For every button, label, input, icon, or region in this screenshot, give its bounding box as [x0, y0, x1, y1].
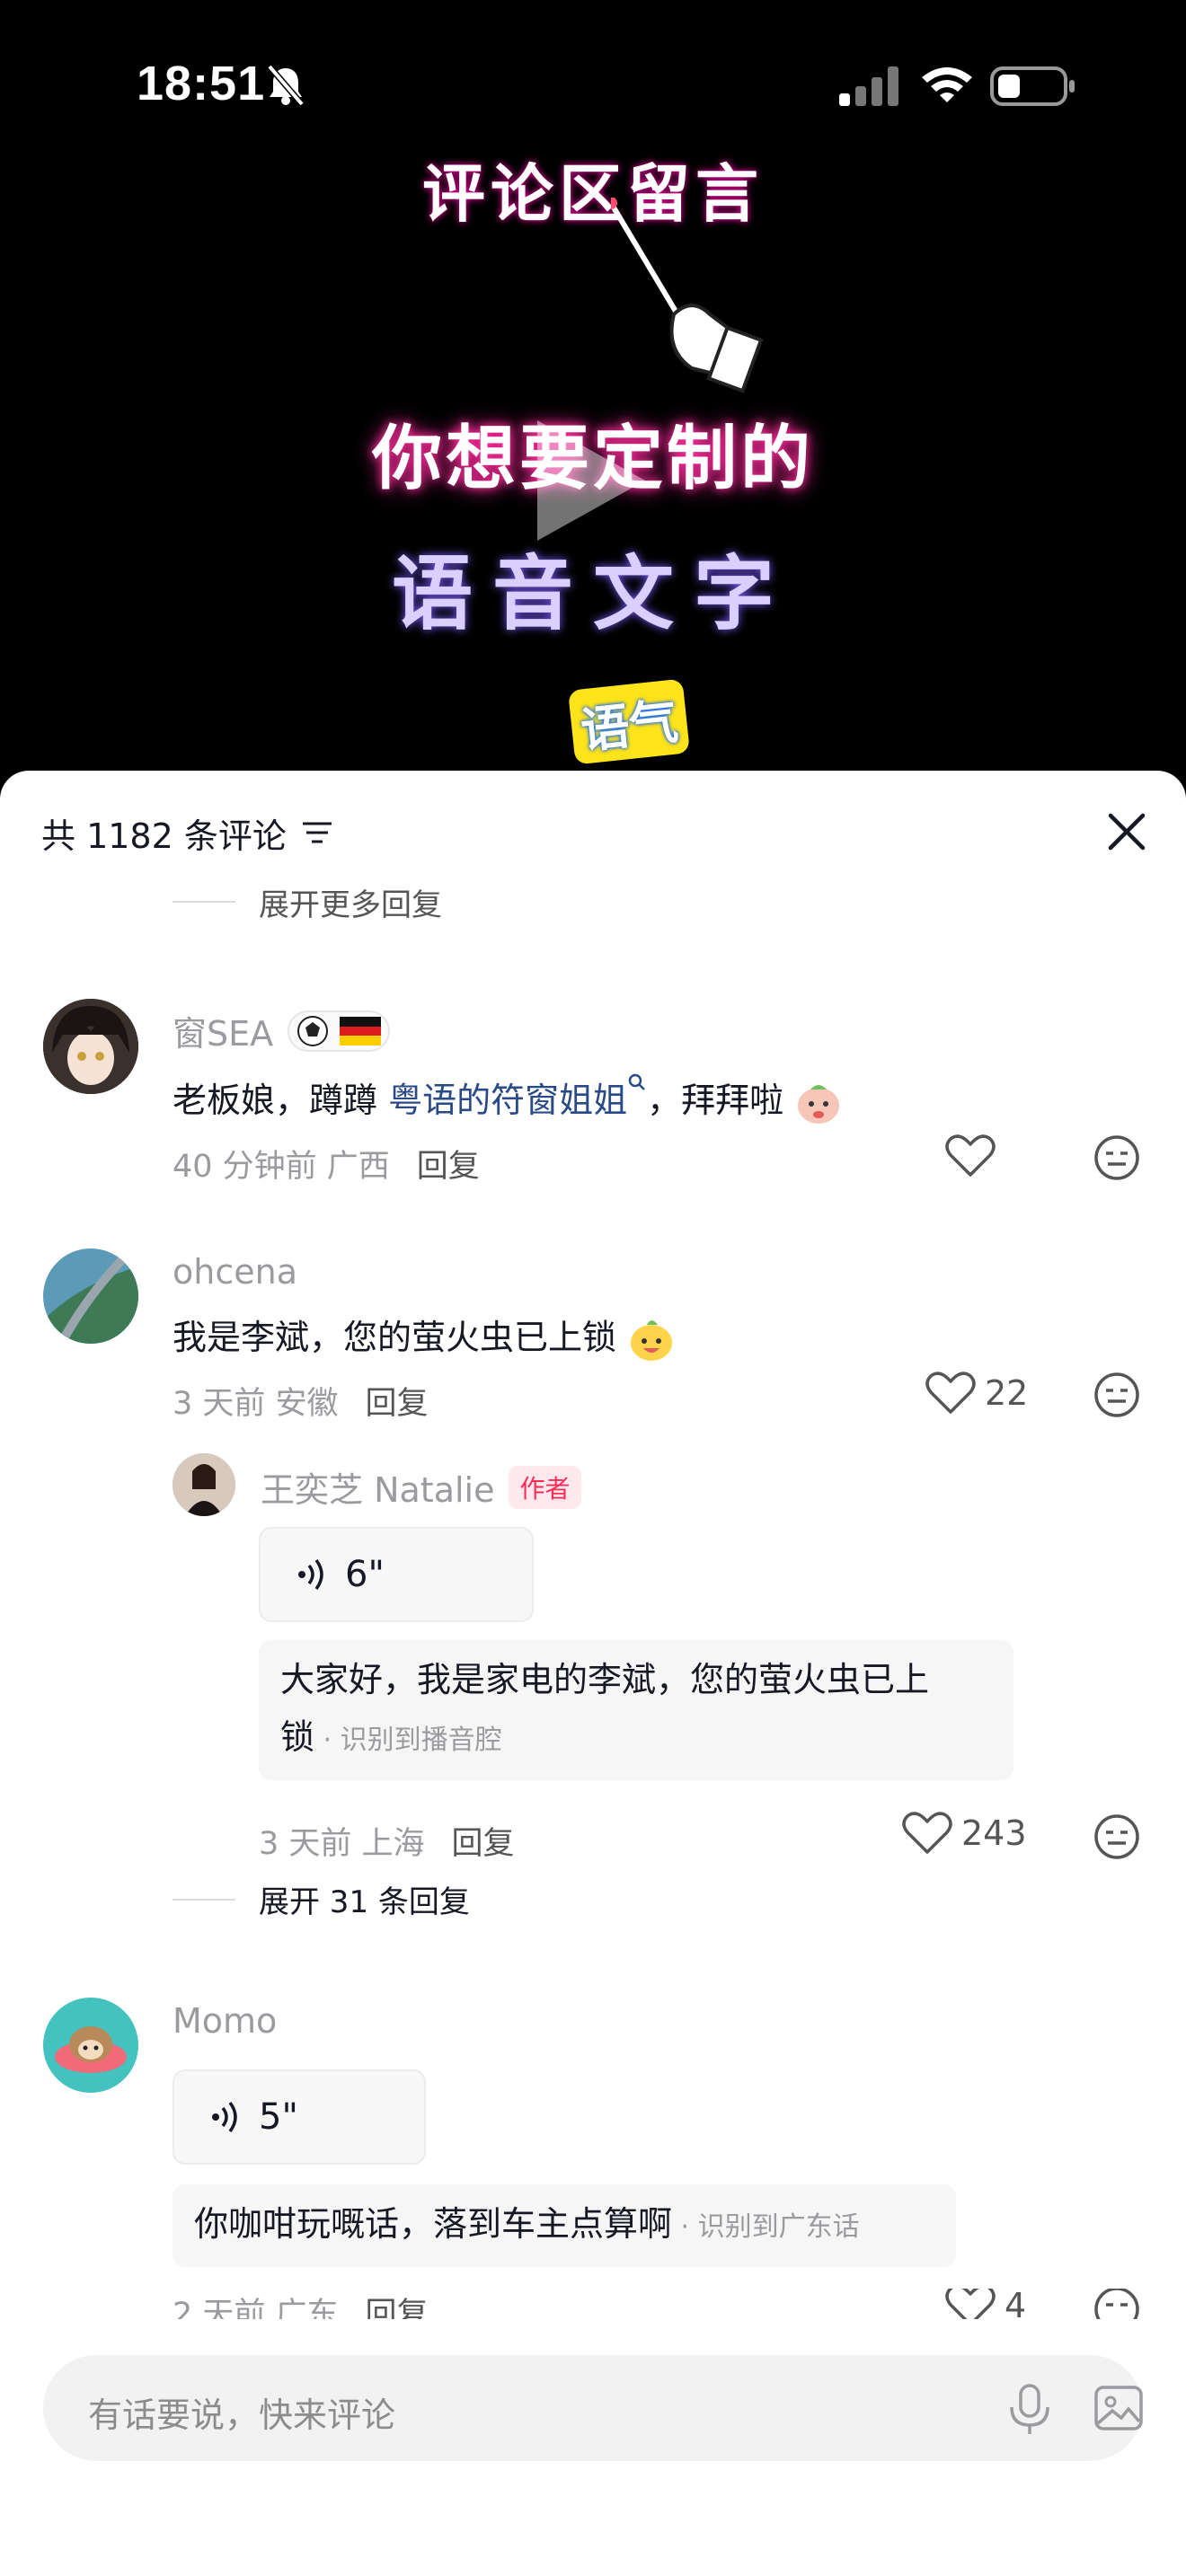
like-button[interactable] — [945, 1134, 996, 1178]
avatar[interactable] — [173, 1453, 235, 1516]
status-time: 18:51 — [137, 57, 266, 110]
like-button[interactable]: 4 — [945, 2289, 1026, 2319]
status-bar: 18:51 — [0, 0, 1186, 171]
battery-icon — [990, 66, 1075, 106]
heart-icon — [902, 1812, 952, 1854]
transcript-hint: · 识别到播音腔 — [314, 1725, 502, 1756]
dislike-face-icon[interactable] — [1093, 1813, 1141, 1861]
cellular-signal-icon — [839, 66, 898, 106]
avatar-landscape-icon — [43, 1248, 138, 1344]
divider — [173, 1898, 235, 1901]
close-icon[interactable] — [1102, 807, 1152, 857]
author-badge: 作者 — [509, 1465, 581, 1509]
reply-button[interactable]: 回复 — [366, 2297, 429, 2319]
comment-username[interactable]: Momo — [173, 2001, 277, 2041]
voice-transcript: 你咖咁玩嘅话，落到车主点算啊 · 识别到广东话 — [173, 2184, 956, 2267]
sound-wave-icon — [212, 2101, 237, 2133]
reply-meta: 3 天前 上海 回复 — [259, 1826, 515, 1862]
comment-text: 我是李斌，您的萤火虫已上锁 — [173, 1310, 676, 1363]
like-count: 22 — [985, 1373, 1029, 1413]
pointer-hand-icon — [611, 198, 764, 393]
comment-meta: 3 天前 安徽 回复 — [173, 1386, 429, 1422]
avatar[interactable] — [43, 1248, 138, 1344]
expand-label: 展开 31 条回复 — [259, 1884, 470, 1920]
like-button[interactable]: 22 — [925, 1371, 1028, 1416]
comment-meta: 2 天前 广东 回复 — [173, 2289, 429, 2319]
voice-duration: 6" — [345, 1554, 385, 1595]
avatar[interactable] — [43, 1998, 138, 2093]
comment-count-header: 共 1182 条评论 — [41, 808, 333, 858]
voice-transcript: 大家好，我是家电的李斌，您的萤火虫已上 锁 · 识别到播音腔 — [259, 1640, 1013, 1780]
comment-text: 老板娘，蹲蹲 粤语的符窗姐姐 ，拜拜啦 — [173, 1072, 843, 1125]
comment-input[interactable]: 有话要说，快来评论 — [43, 2355, 1143, 2461]
comment-sheet: 共 1182 条评论 展开更多回复 窗SEA 老板娘，蹲蹲 粤语的符窗姐姐 ，拜… — [0, 771, 1186, 2576]
expand-replies[interactable]: 展开 31 条回复 — [173, 1877, 470, 1921]
search-link[interactable]: 粤语的符窗姐姐 — [388, 1073, 647, 1120]
wifi-icon — [922, 67, 972, 102]
avatar[interactable] — [43, 999, 138, 1094]
video-sticker: 语气 — [568, 678, 690, 765]
image-icon[interactable] — [1093, 2382, 1145, 2434]
bye-emoji-icon — [798, 1084, 840, 1124]
dislike-face-icon[interactable] — [1093, 1371, 1141, 1419]
dislike-face-icon[interactable] — [1093, 2289, 1141, 2319]
search-icon — [628, 1073, 645, 1090]
reply-username[interactable]: 王奕芝 Natalie 作者 — [261, 1462, 581, 1512]
expand-replies-top[interactable]: 展开更多回复 — [173, 884, 442, 920]
football-icon — [297, 1015, 329, 1046]
transcript-hint: · 识别到广东话 — [672, 2211, 860, 2243]
football-germany-badge — [288, 1010, 391, 1052]
bell-muted-icon — [267, 65, 305, 106]
expand-label: 展开更多回复 — [259, 887, 442, 921]
avatar-person-icon — [173, 1453, 235, 1516]
dislike-face-icon[interactable] — [1093, 1134, 1141, 1182]
avatar-anime-icon — [43, 999, 138, 1094]
like-button[interactable]: 243 — [902, 1811, 1027, 1856]
smile-emoji-icon — [631, 1319, 673, 1361]
clipped-row: 2 天前 广东 回复 4 — [0, 2289, 1186, 2319]
heart-icon — [925, 1372, 976, 1414]
germany-flag-icon — [340, 1016, 382, 1045]
comment-username[interactable]: 窗SEA — [173, 1006, 391, 1055]
like-count: 243 — [961, 1813, 1027, 1853]
voice-message[interactable]: 6" — [259, 1527, 534, 1622]
reply-button[interactable]: 回复 — [417, 1149, 480, 1185]
reply-button[interactable]: 回复 — [452, 1826, 515, 1862]
voice-duration: 5" — [259, 2096, 298, 2138]
sound-wave-icon — [298, 1558, 323, 1591]
reply-button[interactable]: 回复 — [366, 1386, 429, 1422]
heart-icon — [945, 2289, 996, 2319]
voice-message[interactable]: 5" — [173, 2069, 426, 2165]
like-count: 4 — [1005, 2289, 1027, 2319]
comment-input-placeholder: 有话要说，快来评论 — [88, 2395, 396, 2435]
microphone-icon[interactable] — [1005, 2382, 1055, 2436]
play-icon[interactable] — [528, 413, 654, 548]
comment-meta: 40 分钟前 广西 回复 — [173, 1149, 480, 1185]
heart-icon — [945, 1134, 996, 1177]
comment-count: 共 1182 条评论 — [41, 816, 287, 856]
avatar-hedgehog-icon — [43, 1998, 138, 2093]
divider — [173, 901, 235, 903]
sort-filter-icon[interactable] — [301, 820, 333, 847]
comment-username[interactable]: ohcena — [173, 1252, 297, 1292]
